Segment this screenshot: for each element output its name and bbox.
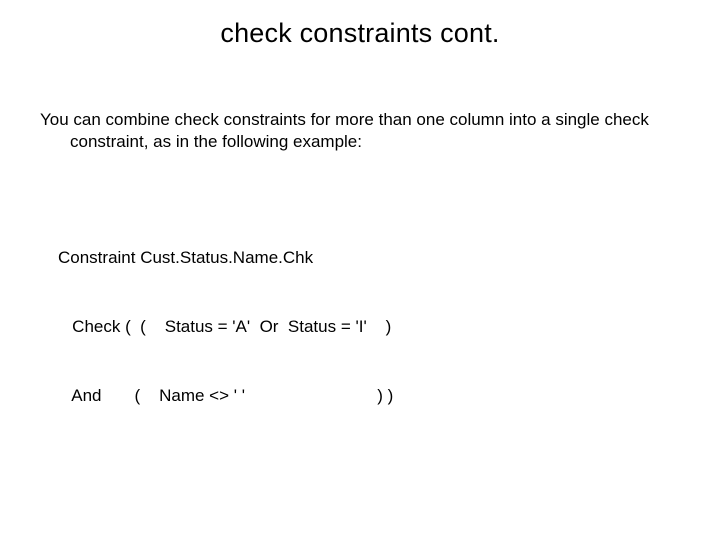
code-example: Constraint Cust.Status.Name.Chk Check ( …: [40, 201, 680, 453]
code-line-2: Check ( ( Status = 'A' Or Status = 'I' ): [58, 316, 680, 339]
code-line-1: Constraint Cust.Status.Name.Chk: [58, 247, 680, 270]
slide-title: check constraints cont.: [40, 18, 680, 49]
code-line-3: And ( Name <> ' ' ) ): [58, 385, 680, 408]
slide-container: check constraints cont. You can combine …: [0, 0, 720, 540]
slide-body-text: You can combine check constraints for mo…: [70, 109, 680, 153]
